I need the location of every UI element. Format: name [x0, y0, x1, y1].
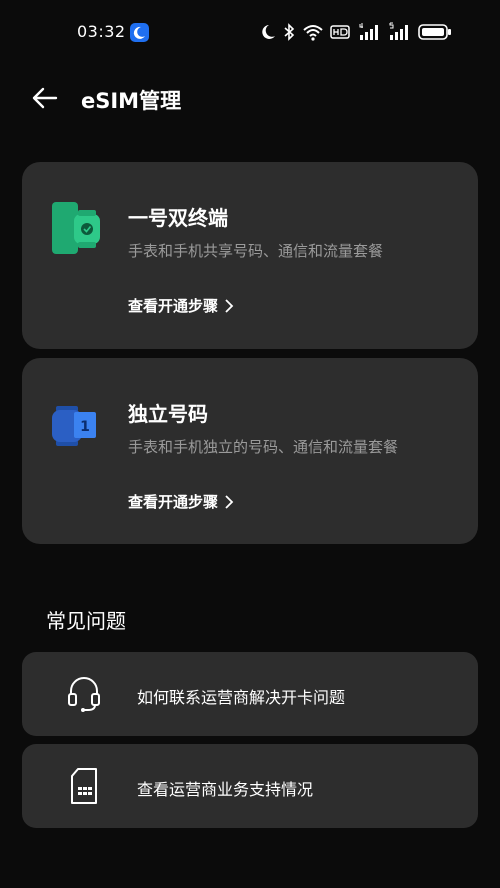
- view-activation-steps-link[interactable]: 查看开通步骤: [128, 491, 234, 512]
- card-title: 独立号码: [128, 402, 208, 426]
- faq-item-contact-carrier[interactable]: 如何联系运营商解决开卡问题: [22, 652, 478, 736]
- faq-section-title: 常见问题: [46, 609, 126, 633]
- status-bar: 03:32: [0, 0, 500, 66]
- view-activation-steps-link[interactable]: 查看开通步骤: [128, 295, 234, 316]
- app-notification-icon: [130, 23, 149, 42]
- card-title: 一号双终端: [128, 206, 228, 230]
- phone-watch-shared-icon: [52, 202, 100, 254]
- moon-icon: [262, 25, 275, 39]
- chevron-right-icon: [225, 298, 234, 313]
- sim-card-icon: [71, 768, 97, 804]
- battery-icon: [418, 24, 451, 40]
- card-one-number-dual-terminal[interactable]: 一号双终端 手表和手机共享号码、通信和流量套餐 查看开通步骤: [22, 162, 478, 349]
- page-title: eSIM管理: [81, 89, 182, 113]
- card-description: 手表和手机共享号码、通信和流量套餐: [128, 242, 384, 260]
- faq-item-label: 查看运营商业务支持情况: [137, 780, 314, 799]
- status-icons: [260, 22, 460, 42]
- svg-text:1: 1: [80, 419, 90, 435]
- signal-5g-icon: [389, 22, 408, 40]
- faq-item-label: 如何联系运营商解决开卡问题: [137, 688, 346, 707]
- headset-icon: [68, 677, 100, 712]
- card-independent-number[interactable]: 1 独立号码 手表和手机独立的号码、通信和流量套餐 查看开通步骤: [22, 358, 478, 544]
- watch-independent-number-icon: 1: [52, 406, 96, 446]
- card-description: 手表和手机独立的号码、通信和流量套餐: [128, 438, 399, 456]
- arrow-left-icon: [32, 87, 58, 109]
- card-link-label: 查看开通步骤: [128, 297, 219, 315]
- card-link-label: 查看开通步骤: [128, 493, 219, 511]
- signal-4g-icon: [359, 23, 378, 40]
- wifi-icon: [303, 25, 323, 41]
- header: eSIM管理: [0, 76, 500, 122]
- back-button[interactable]: [26, 80, 62, 116]
- bluetooth-icon: [284, 23, 295, 41]
- chevron-right-icon: [225, 494, 234, 509]
- status-time: 03:32: [77, 22, 126, 41]
- faq-item-carrier-support[interactable]: 查看运营商业务支持情况: [22, 744, 478, 828]
- hd-icon: [330, 25, 350, 39]
